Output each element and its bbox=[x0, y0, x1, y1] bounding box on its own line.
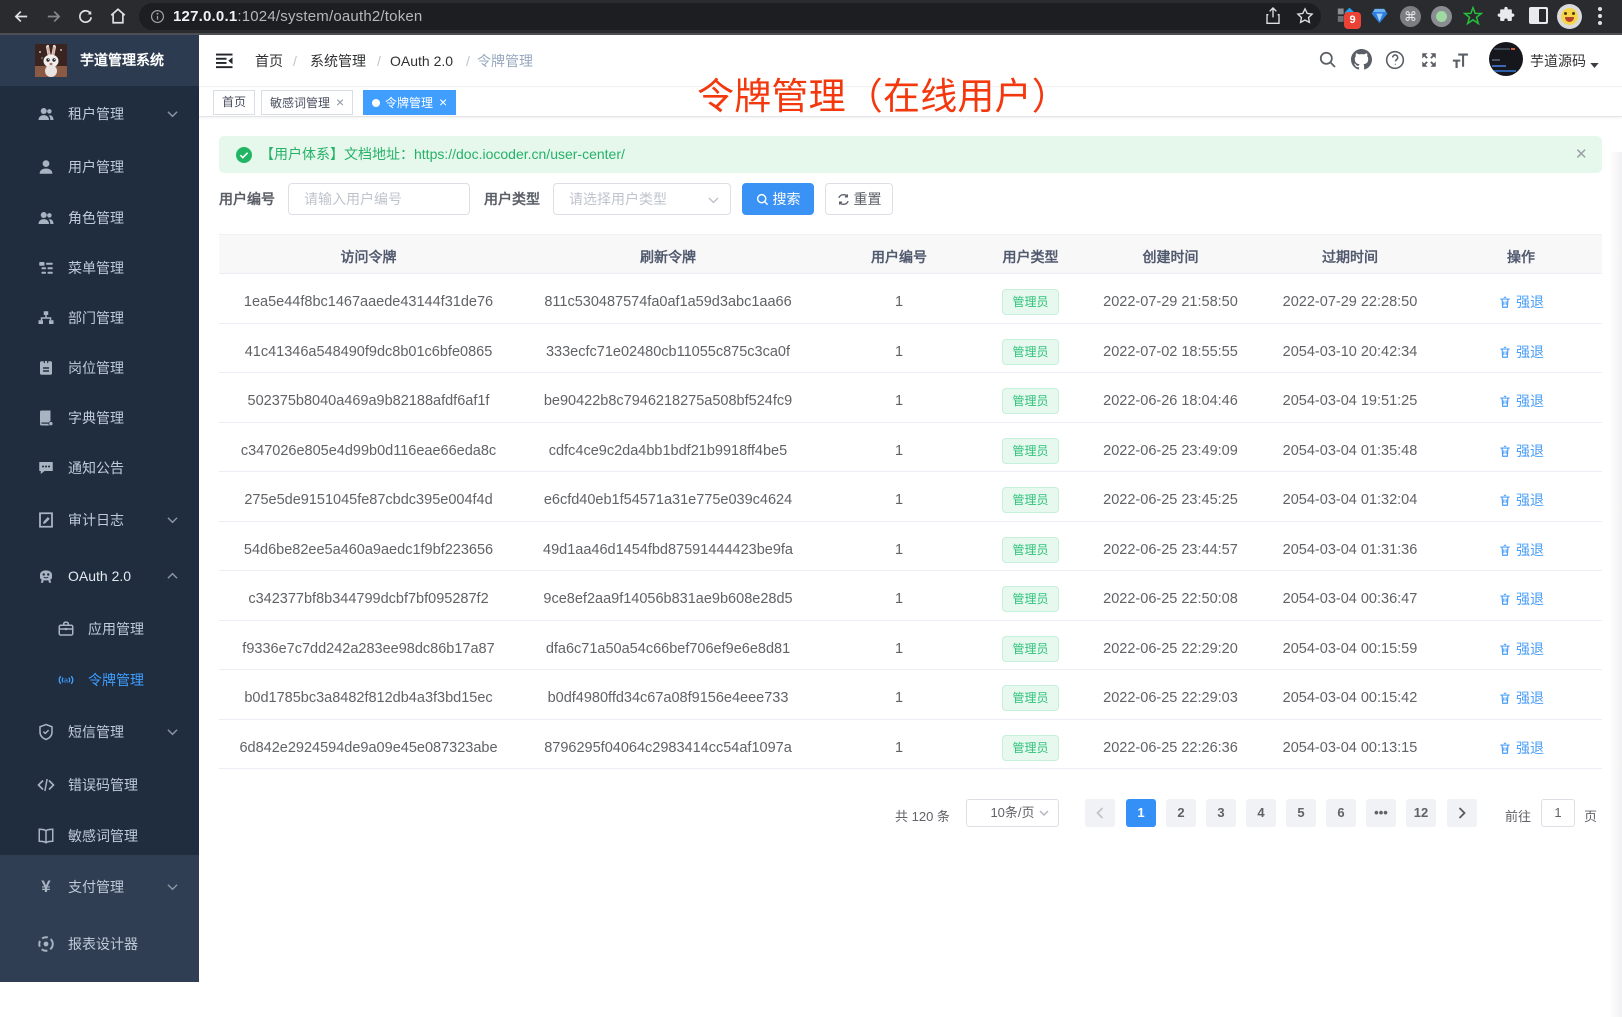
svg-text:a: a bbox=[64, 676, 68, 684]
